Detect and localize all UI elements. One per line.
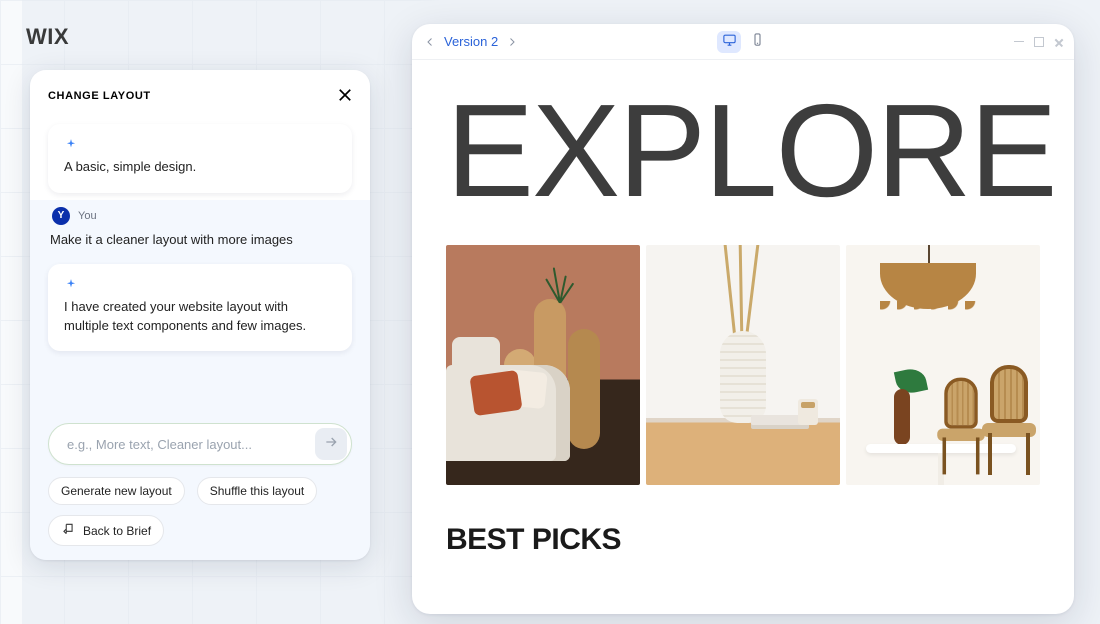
mobile-icon	[750, 32, 765, 52]
desktop-view-button[interactable]	[717, 31, 741, 53]
close-button[interactable]	[336, 86, 354, 109]
user-avatar: Y	[52, 207, 70, 225]
gallery-row	[412, 245, 1074, 485]
desktop-icon	[722, 32, 737, 52]
maximize-button[interactable]	[1034, 37, 1044, 47]
suggestion-chips: Generate new layout Shuffle this layout	[48, 477, 352, 505]
back-to-brief-button[interactable]: Back to Brief	[48, 515, 164, 546]
hero-heading: EXPLORE	[412, 60, 1074, 227]
user-message-text: Make it a cleaner layout with more image…	[50, 231, 350, 250]
version-label[interactable]: Version 2	[444, 34, 498, 49]
ai-message: I have created your website layout with …	[48, 264, 352, 352]
mobile-view-button[interactable]	[745, 31, 769, 53]
sparkle-icon	[64, 138, 78, 152]
back-label: Back to Brief	[83, 524, 151, 538]
close-icon	[336, 91, 354, 108]
window-controls	[1014, 37, 1064, 47]
device-toggle	[717, 31, 769, 53]
conversation: A basic, simple design. Y You Make it a …	[48, 124, 352, 351]
minimize-button[interactable]	[1014, 41, 1024, 42]
chat-input[interactable]	[48, 423, 352, 465]
ai-message-text: A basic, simple design.	[64, 159, 196, 174]
close-window-button[interactable]	[1054, 37, 1064, 47]
send-button[interactable]	[315, 428, 347, 460]
preview-toolbar: Version 2	[412, 24, 1074, 60]
chevron-right-icon[interactable]	[506, 36, 518, 48]
change-layout-panel: CHANGE LAYOUT A basic, simple design. Y …	[30, 70, 370, 560]
preview-window: Version 2 EXPLORE	[412, 24, 1074, 614]
brand-logo: WIX	[26, 24, 69, 50]
back-icon	[61, 522, 75, 539]
user-message: Y You Make it a cleaner layout with more…	[48, 207, 352, 250]
ai-message-text: I have created your website layout with …	[64, 299, 306, 333]
arrow-right-icon	[323, 434, 339, 455]
chat-input-row	[48, 423, 352, 465]
user-label: You	[78, 210, 97, 222]
panel-title: CHANGE LAYOUT	[48, 90, 352, 102]
version-switcher: Version 2	[424, 34, 518, 49]
back-row: Back to Brief	[48, 515, 352, 546]
ai-message: A basic, simple design.	[48, 124, 352, 193]
gallery-image	[446, 245, 640, 485]
chevron-left-icon[interactable]	[424, 36, 436, 48]
shuffle-layout-button[interactable]: Shuffle this layout	[197, 477, 318, 505]
gallery-image	[646, 245, 840, 485]
gallery-image	[846, 245, 1040, 485]
sparkle-icon	[64, 278, 78, 292]
section-heading: BEST PICKS	[412, 485, 1074, 557]
generate-layout-button[interactable]: Generate new layout	[48, 477, 185, 505]
